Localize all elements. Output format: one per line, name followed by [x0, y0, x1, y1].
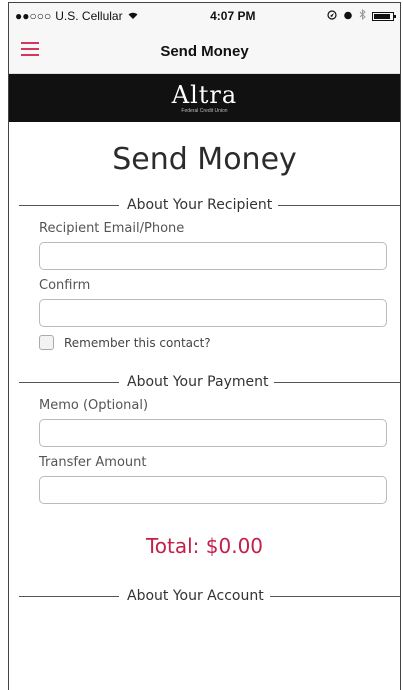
- bluetooth-icon: [359, 8, 366, 23]
- transfer-amount-label: Transfer Amount: [39, 455, 147, 470]
- status-bar: ●●○○○ U.S. Cellular 4:07 PM: [9, 3, 400, 29]
- recipient-email-input[interactable]: [39, 242, 387, 270]
- remember-contact-label: Remember this contact?: [64, 335, 211, 350]
- recipient-email-field: Recipient Email/Phone: [9, 221, 400, 270]
- account-section-header: About Your Account: [9, 588, 400, 604]
- memo-input[interactable]: [39, 419, 387, 447]
- confirm-input[interactable]: [39, 299, 387, 327]
- memo-field: Memo (Optional): [9, 398, 400, 447]
- recipient-email-label: Recipient Email/Phone: [39, 221, 185, 236]
- transfer-amount-input[interactable]: [39, 476, 387, 504]
- status-right: [327, 8, 396, 23]
- alarm-icon: [343, 10, 353, 23]
- logo-subtext: Federal Credit Union: [181, 107, 228, 114]
- send-money-form: Send Money About Your Recipient Recipien…: [9, 142, 400, 604]
- remember-contact-checkbox[interactable]: [39, 335, 54, 350]
- brand-bar: Altra Federal Credit Union: [9, 74, 400, 122]
- altra-logo: Altra: [171, 80, 238, 109]
- total-amount: Total: $0.00: [145, 534, 264, 558]
- phone-screen: ●●○○○ U.S. Cellular 4:07 PM Send Money A…: [8, 2, 401, 690]
- nav-title: Send Money: [160, 42, 249, 60]
- location-icon: [327, 9, 337, 23]
- hamburger-menu-icon[interactable]: [21, 42, 39, 56]
- nav-bar: Send Money: [9, 29, 400, 74]
- remember-contact-row: Remember this contact?: [9, 335, 400, 350]
- status-left: ●●○○○ U.S. Cellular: [15, 9, 139, 23]
- carrier-name: U.S. Cellular: [55, 9, 123, 23]
- confirm-label: Confirm: [39, 278, 91, 293]
- confirm-field: Confirm: [9, 278, 400, 327]
- signal-dots-icon: ●●○○○: [15, 9, 52, 23]
- battery-icon: [372, 11, 396, 21]
- page-title: Send Money: [112, 142, 297, 177]
- memo-label: Memo (Optional): [39, 398, 149, 413]
- status-time: 4:07 PM: [210, 9, 256, 23]
- transfer-amount-field: Transfer Amount: [9, 455, 400, 504]
- wifi-icon: [127, 9, 139, 23]
- recipient-section-header: About Your Recipient: [9, 197, 400, 213]
- payment-section-header: About Your Payment: [9, 374, 400, 390]
